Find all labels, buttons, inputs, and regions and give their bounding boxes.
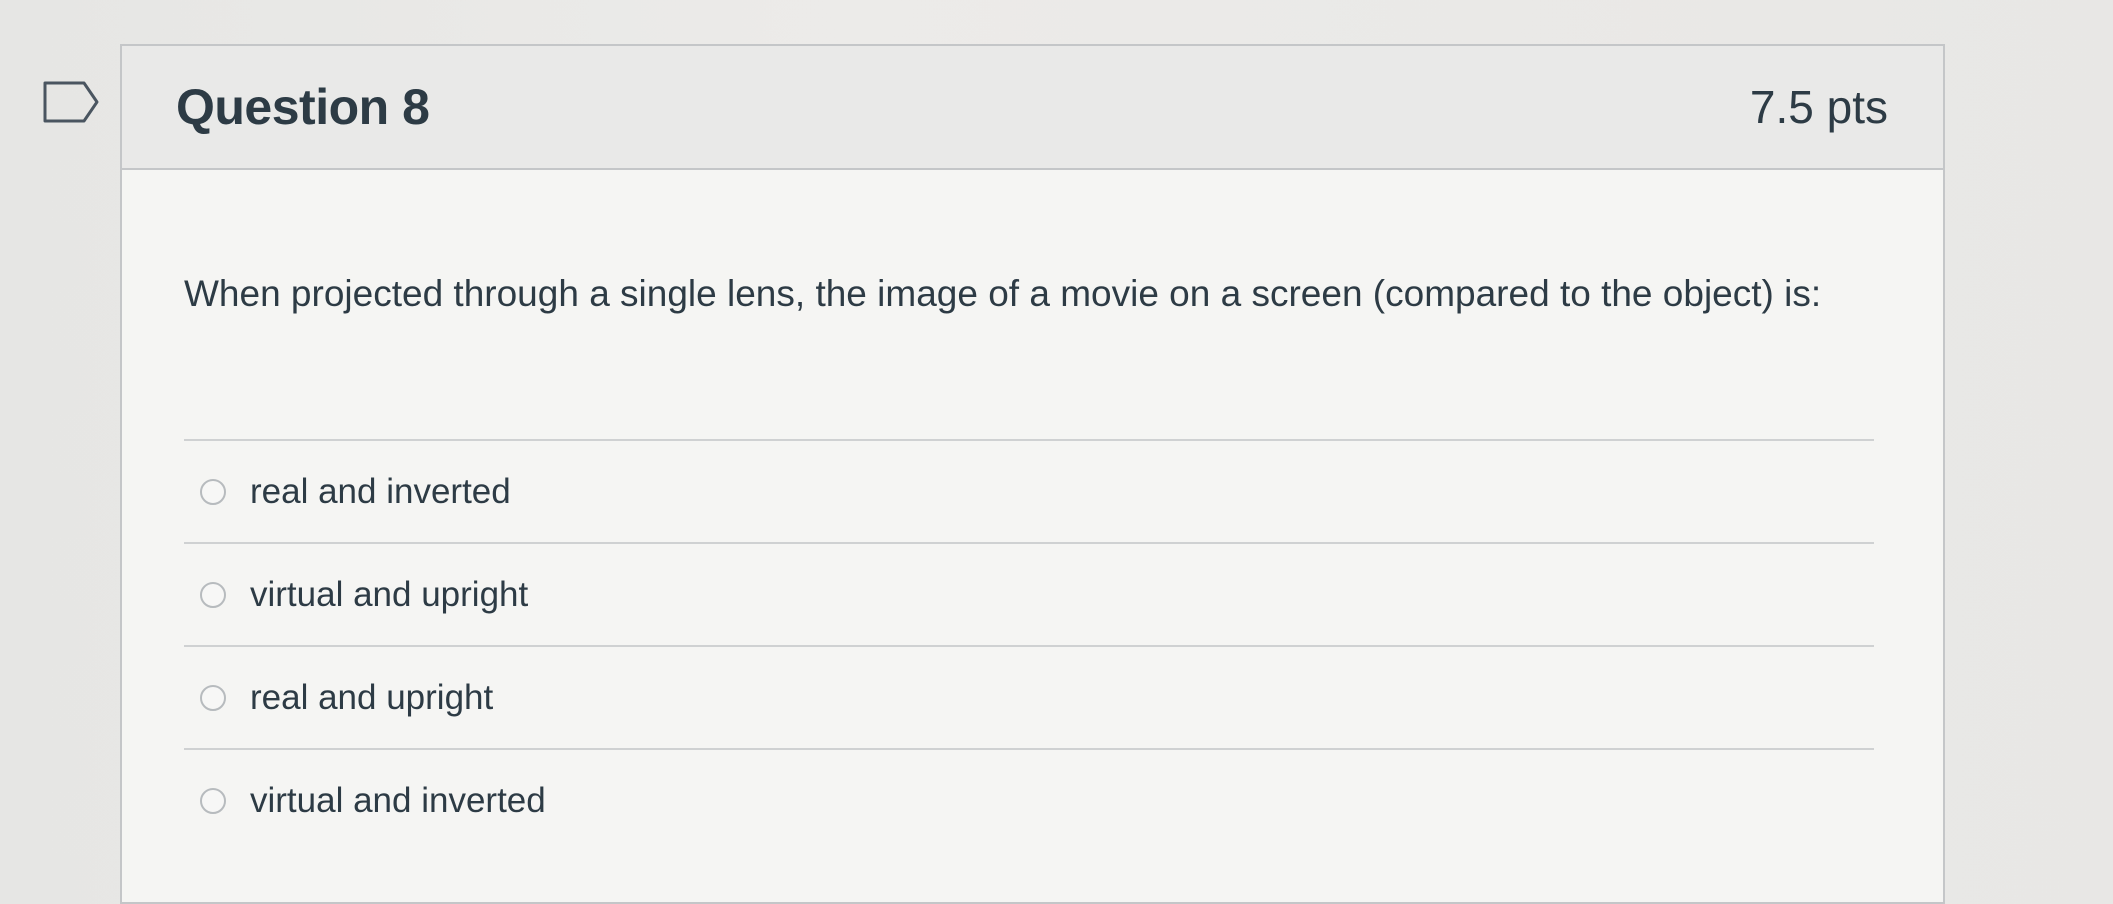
answer-option[interactable]: real and inverted	[184, 439, 1874, 542]
question-points: 7.5 pts	[1749, 81, 1888, 133]
answer-option[interactable]: virtual and inverted	[184, 748, 1874, 851]
question-title: Question 8	[176, 79, 430, 135]
radio-button[interactable]	[200, 787, 226, 814]
answer-option[interactable]: virtual and upright	[184, 542, 1874, 645]
answer-label: real and inverted	[250, 471, 511, 511]
answer-option[interactable]: real and upright	[184, 645, 1874, 748]
question-header: Question 8 7.5 pts	[122, 46, 1943, 170]
answer-label: virtual and upright	[250, 574, 529, 614]
flag-question-icon[interactable]	[42, 80, 100, 124]
answer-list: real and inverted virtual and upright re…	[184, 439, 1874, 851]
radio-button[interactable]	[200, 478, 226, 505]
answer-label: virtual and inverted	[250, 780, 546, 820]
question-card: Question 8 7.5 pts When projected throug…	[120, 44, 1945, 904]
question-text: When projected through a single lens, th…	[184, 273, 1822, 314]
answer-label: real and upright	[250, 677, 494, 717]
radio-button[interactable]	[200, 581, 226, 608]
radio-button[interactable]	[200, 684, 226, 711]
